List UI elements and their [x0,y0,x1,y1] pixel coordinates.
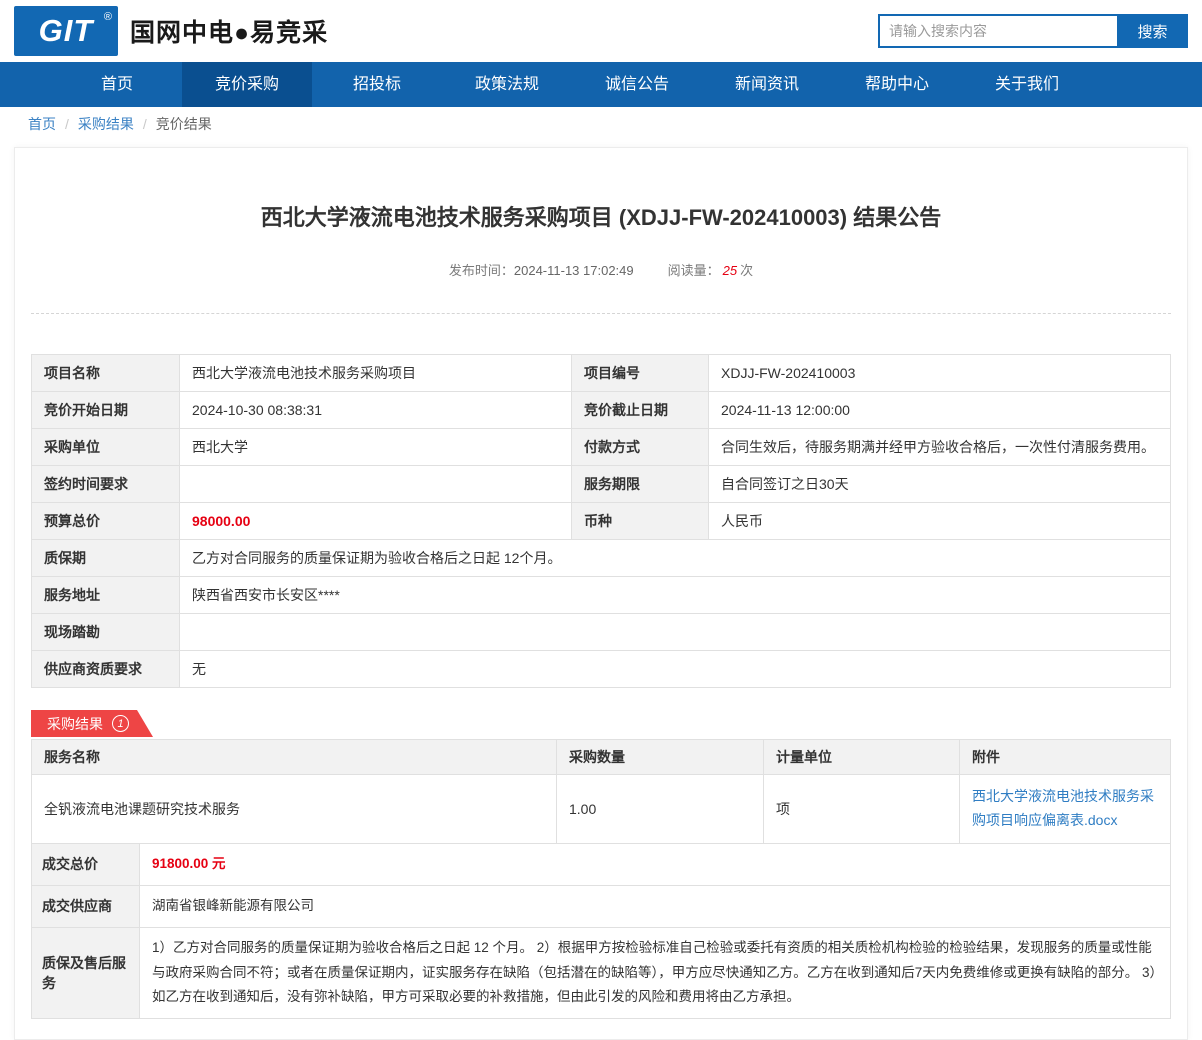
field-value: 乙方对合同服务的质量保证期为验收合格后之日起 12个月。 [180,540,1171,577]
nav-item-home[interactable]: 首页 [52,62,182,107]
field-label: 采购单位 [32,429,180,466]
nav-item-policy[interactable]: 政策法规 [442,62,572,107]
nav-item-bidding-purchase[interactable]: 竞价采购 [182,62,312,107]
field-value [180,466,572,503]
quantity-cell: 1.00 [557,775,764,844]
field-label: 成交总价 [32,843,140,885]
field-value: 无 [180,651,1171,688]
nav-item-tender[interactable]: 招投标 [312,62,442,107]
deal-supplier: 湖南省银峰新能源有限公司 [140,885,1171,927]
site-logo[interactable]: GIT ® [14,6,118,56]
project-info-table: 项目名称 西北大学液流电池技术服务采购项目 项目编号 XDJJ-FW-20241… [31,354,1171,688]
field-value: 自合同签订之日30天 [709,466,1171,503]
registered-mark-icon: ® [104,11,112,23]
deal-total-price: 91800.00 元 [140,843,1171,885]
column-header-quantity: 采购数量 [557,740,764,775]
table-row: 预算总价 98000.00 币种 人民币 [32,503,1171,540]
field-label: 供应商资质要求 [32,651,180,688]
publish-info: 发布时间：2024-11-13 17:02:49 阅读量：25次 [31,260,1171,279]
field-label: 服务期限 [572,466,709,503]
publish-time-label: 发布时间： [449,263,514,278]
field-value: 2024-11-13 12:00:00 [709,392,1171,429]
field-value: XDJJ-FW-202410003 [709,355,1171,392]
column-header-service-name: 服务名称 [32,740,557,775]
ribbon-label: 采购结果 [47,714,103,734]
field-label: 现场踏勘 [32,614,180,651]
table-row: 签约时间要求 服务期限 自合同签订之日30天 [32,466,1171,503]
field-label: 竞价截止日期 [572,392,709,429]
divider [31,313,1171,314]
search-input[interactable] [878,14,1117,48]
breadcrumb-purchase-results-link[interactable]: 采购结果 [78,114,134,134]
field-label: 付款方式 [572,429,709,466]
publish-time-value: 2024-11-13 17:02:49 [514,263,634,278]
views-label: 阅读量： [668,263,720,278]
purchase-result-table: 服务名称 采购数量 计量单位 附件 全钒液流电池课题研究技术服务 1.00 项 … [31,739,1171,844]
table-row: 服务地址 陕西省西安市长安区**** [32,577,1171,614]
field-value: 西北大学 [180,429,572,466]
warranty-after-sales: 1）乙方对合同服务的质量保证期为验收合格后之日起 12 个月。 2）根据甲方按检… [140,927,1171,1019]
table-row: 成交总价 91800.00 元 [32,843,1171,885]
field-value [180,614,1171,651]
field-label: 成交供应商 [32,885,140,927]
field-value: 陕西省西安市长安区**** [180,577,1171,614]
table-row: 竞价开始日期 2024-10-30 08:38:31 竞价截止日期 2024-1… [32,392,1171,429]
field-label: 项目编号 [572,355,709,392]
search-group: 搜索 [878,14,1188,48]
top-header: GIT ® 国网中电●易竞采 搜索 [0,0,1202,62]
ribbon-count-badge: 1 [112,715,129,732]
field-label: 竞价开始日期 [32,392,180,429]
column-header-attachment: 附件 [960,740,1171,775]
unit-cell: 项 [764,775,960,844]
field-label: 质保期 [32,540,180,577]
search-button[interactable]: 搜索 [1117,14,1188,48]
nav-item-integrity-notice[interactable]: 诚信公告 [572,62,702,107]
budget-total-price: 98000.00 [180,503,572,540]
table-row: 成交供应商 湖南省银峰新能源有限公司 [32,885,1171,927]
nav-item-help-center[interactable]: 帮助中心 [832,62,962,107]
breadcrumb-home-link[interactable]: 首页 [28,114,56,134]
views-unit: 次 [740,263,753,278]
breadcrumb-current: 竞价结果 [156,114,212,134]
main-nav: 首页 竞价采购 招投标 政策法规 诚信公告 新闻资讯 帮助中心 关于我们 [0,62,1202,107]
service-name-cell: 全钒液流电池课题研究技术服务 [32,775,557,844]
table-row: 全钒液流电池课题研究技术服务 1.00 项 西北大学液流电池技术服务采购项目响应… [32,775,1171,844]
field-label: 服务地址 [32,577,180,614]
field-label: 项目名称 [32,355,180,392]
field-value: 合同生效后，待服务期满并经甲方验收合格后，一次性付清服务费用。 [709,429,1171,466]
field-label: 币种 [572,503,709,540]
logo-text: GIT [39,13,94,49]
table-row: 现场踏勘 [32,614,1171,651]
site-title: 国网中电●易竞采 [130,13,328,49]
table-row: 供应商资质要求 无 [32,651,1171,688]
page-title: 西北大学液流电池技术服务采购项目 (XDJJ-FW-202410003) 结果公… [31,148,1171,232]
table-row: 质保期 乙方对合同服务的质量保证期为验收合格后之日起 12个月。 [32,540,1171,577]
purchase-result-ribbon: 采购结果 1 [31,710,153,737]
nav-item-news[interactable]: 新闻资讯 [702,62,832,107]
attachment-cell: 西北大学液流电池技术服务采购项目响应偏离表.docx [960,775,1171,844]
field-value: 人民币 [709,503,1171,540]
field-label: 质保及售后服务 [32,927,140,1019]
breadcrumb: 首页 / 采购结果 / 竞价结果 [0,107,1202,141]
column-header-unit: 计量单位 [764,740,960,775]
breadcrumb-separator: / [143,116,147,132]
views-count: 25 [723,263,737,278]
field-value: 2024-10-30 08:38:31 [180,392,572,429]
field-value: 西北大学液流电池技术服务采购项目 [180,355,572,392]
announcement-card: 西北大学液流电池技术服务采购项目 (XDJJ-FW-202410003) 结果公… [14,147,1188,1040]
table-row: 采购单位 西北大学 付款方式 合同生效后，待服务期满并经甲方验收合格后，一次性付… [32,429,1171,466]
nav-item-about-us[interactable]: 关于我们 [962,62,1092,107]
field-label: 预算总价 [32,503,180,540]
breadcrumb-separator: / [65,116,69,132]
table-row: 质保及售后服务 1）乙方对合同服务的质量保证期为验收合格后之日起 12 个月。 … [32,927,1171,1019]
table-row: 项目名称 西北大学液流电池技术服务采购项目 项目编号 XDJJ-FW-20241… [32,355,1171,392]
attachment-link[interactable]: 西北大学液流电池技术服务采购项目响应偏离表.docx [972,785,1158,833]
field-label: 签约时间要求 [32,466,180,503]
table-header-row: 服务名称 采购数量 计量单位 附件 [32,740,1171,775]
result-summary-table: 成交总价 91800.00 元 成交供应商 湖南省银峰新能源有限公司 质保及售后… [31,843,1171,1020]
